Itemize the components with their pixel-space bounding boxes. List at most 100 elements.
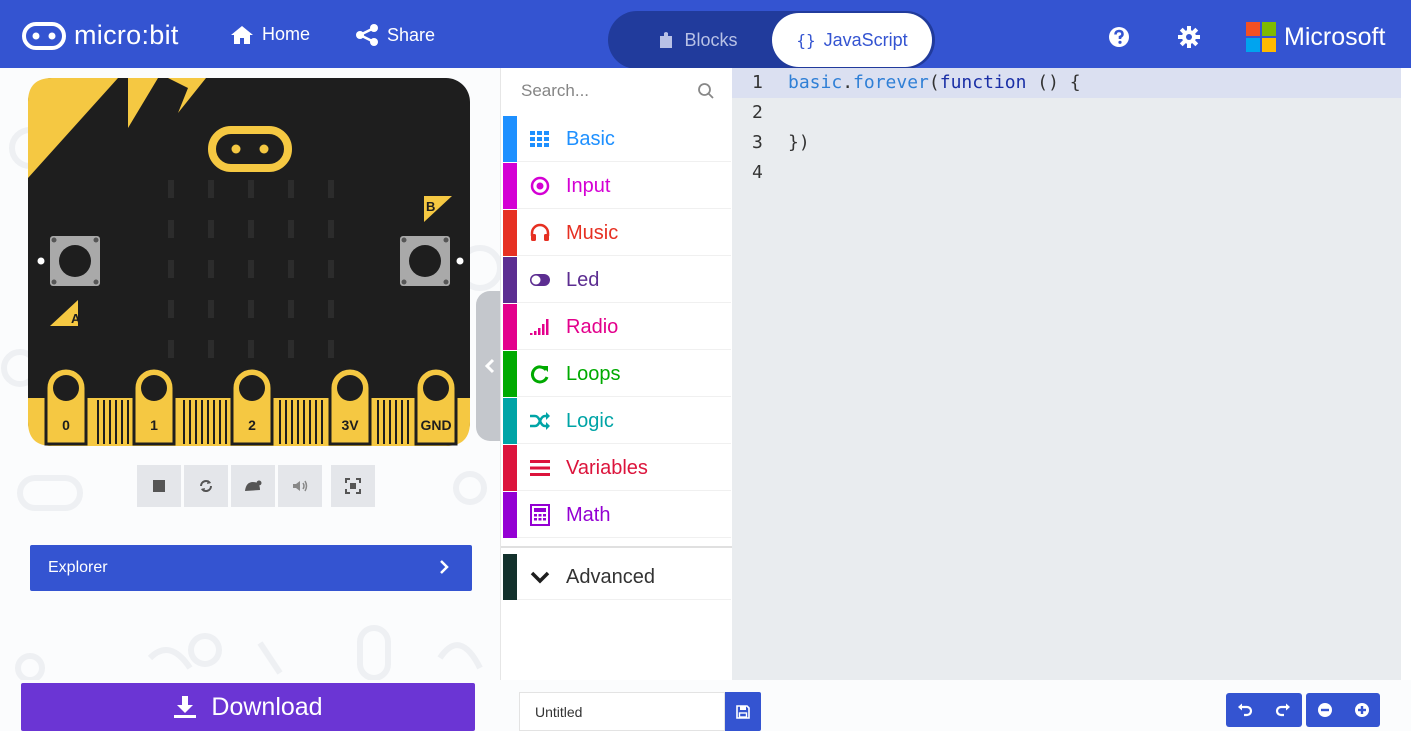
search-icon[interactable] (697, 82, 715, 100)
shuffle-icon (530, 412, 550, 430)
share-button[interactable]: Share (355, 24, 435, 46)
code-text: }) (788, 132, 810, 153)
category-label: Loops (566, 363, 621, 385)
share-icon (356, 24, 378, 46)
category-stripe (503, 445, 517, 491)
explorer-label: Explorer (48, 559, 108, 576)
refresh-icon (531, 365, 549, 384)
zoom-in-button[interactable] (1343, 693, 1380, 727)
line-number: 2 (752, 102, 763, 123)
makecode-editor: micro:bit Home Share Blocks {} JavaScrip… (0, 0, 1411, 731)
blocks-label: Blocks (684, 29, 738, 50)
editor-footer: Download Untitled (0, 680, 1411, 731)
stop-button[interactable] (137, 465, 181, 507)
project-name-input[interactable]: Untitled (519, 692, 725, 731)
redo-icon (1275, 703, 1290, 717)
simulator-controls (137, 465, 375, 507)
home-icon (231, 25, 253, 44)
slow-mo-button[interactable] (231, 465, 275, 507)
category-stripe (503, 257, 517, 303)
code-text: basic.forever(function () { (788, 68, 1081, 98)
redo-button[interactable] (1264, 693, 1302, 727)
microsoft-label: Microsoft (1284, 22, 1386, 51)
blocks-tab[interactable]: Blocks (628, 11, 768, 69)
pin-label-3v: 3V (341, 417, 359, 433)
download-button[interactable]: Download (21, 683, 475, 731)
restart-button[interactable] (184, 465, 228, 507)
editor-mode-toggle: Blocks {} JavaScript (608, 11, 935, 69)
restart-icon (200, 480, 212, 492)
toolbox-search[interactable]: Search... (503, 68, 729, 114)
category-logic[interactable]: Logic (503, 398, 731, 444)
download-label: Download (211, 692, 323, 721)
category-math[interactable]: Math (503, 492, 731, 538)
brand-logo[interactable]: micro:bit (22, 20, 179, 51)
headphones-icon (530, 223, 550, 241)
toolbox-divider (501, 546, 733, 548)
puzzle-piece-icon (660, 32, 673, 48)
explorer-bar[interactable]: Explorer (30, 545, 472, 591)
category-loops[interactable]: Loops (503, 351, 731, 397)
category-stripe (503, 210, 517, 256)
fullscreen-button[interactable] (331, 465, 375, 507)
home-label: Home (262, 24, 311, 44)
calculator-icon (530, 504, 550, 526)
mute-icon (293, 480, 308, 492)
microbit-logo-icon (22, 21, 66, 50)
category-label: Radio (566, 316, 619, 338)
code-line[interactable]: 4 (732, 158, 1401, 188)
share-label: Share (387, 24, 436, 45)
button-a-label: A (71, 311, 81, 326)
code-line[interactable]: 2 (732, 98, 1401, 128)
code-token-object: basic (788, 72, 843, 93)
microbit-board[interactable]: A B 0 1 2 3V GND (28, 78, 474, 448)
gear-icon[interactable] (1178, 26, 1200, 48)
pin-label-0: 0 (62, 417, 70, 433)
category-radio[interactable]: Radio (503, 304, 731, 350)
target-icon (530, 176, 550, 196)
code-token-dot: . (842, 72, 854, 93)
category-music[interactable]: Music (503, 210, 731, 256)
code-token-rest: () { (1026, 72, 1081, 93)
mute-button[interactable] (278, 465, 322, 507)
button-b-label: B (426, 199, 435, 214)
save-button[interactable] (725, 692, 761, 731)
code-line[interactable]: 3 }) (732, 128, 1401, 158)
brand-name: micro:bit (74, 20, 179, 50)
grid-icon (530, 131, 549, 147)
curly-braces-icon: {} (796, 30, 816, 50)
category-variables[interactable]: Variables (503, 445, 731, 491)
line-number: 4 (752, 162, 763, 183)
slow-mo-icon (245, 480, 262, 491)
category-stripe (503, 554, 517, 600)
undo-button[interactable] (1226, 693, 1264, 727)
javascript-label: JavaScript (823, 29, 908, 50)
pin-label-gnd: GND (420, 417, 451, 433)
category-led[interactable]: Led (503, 257, 731, 303)
category-stripe (503, 398, 517, 444)
category-advanced[interactable]: Advanced (503, 554, 731, 600)
category-input[interactable]: Input (503, 163, 731, 209)
undo-icon (1238, 703, 1253, 717)
javascript-tab[interactable]: {} JavaScript (772, 13, 932, 67)
project-name-value: Untitled (535, 703, 583, 720)
signal-bars-icon (530, 319, 549, 335)
toggle-icon (530, 274, 550, 286)
zoom-out-button[interactable] (1306, 693, 1343, 727)
floppy-disk-icon (736, 704, 750, 719)
microsoft-logo[interactable]: Microsoft (1246, 22, 1385, 52)
category-basic[interactable]: Basic (503, 116, 731, 162)
category-stripe (503, 304, 517, 350)
category-label: Variables (566, 457, 648, 479)
home-button[interactable]: Home (230, 24, 310, 45)
pin-label-2: 2 (248, 417, 256, 433)
category-stripe (503, 116, 517, 162)
category-stripe (503, 351, 517, 397)
category-label: Input (566, 175, 611, 197)
undo-redo-group (1226, 693, 1302, 727)
code-editor[interactable]: 1 basic.forever(function () { 2 3 }) 4 (732, 68, 1401, 680)
code-token-keyword: function (939, 72, 1027, 93)
code-line[interactable]: 1 basic.forever(function () { (732, 68, 1401, 98)
zoom-in-icon (1354, 703, 1369, 717)
question-circle-icon[interactable] (1108, 26, 1130, 48)
